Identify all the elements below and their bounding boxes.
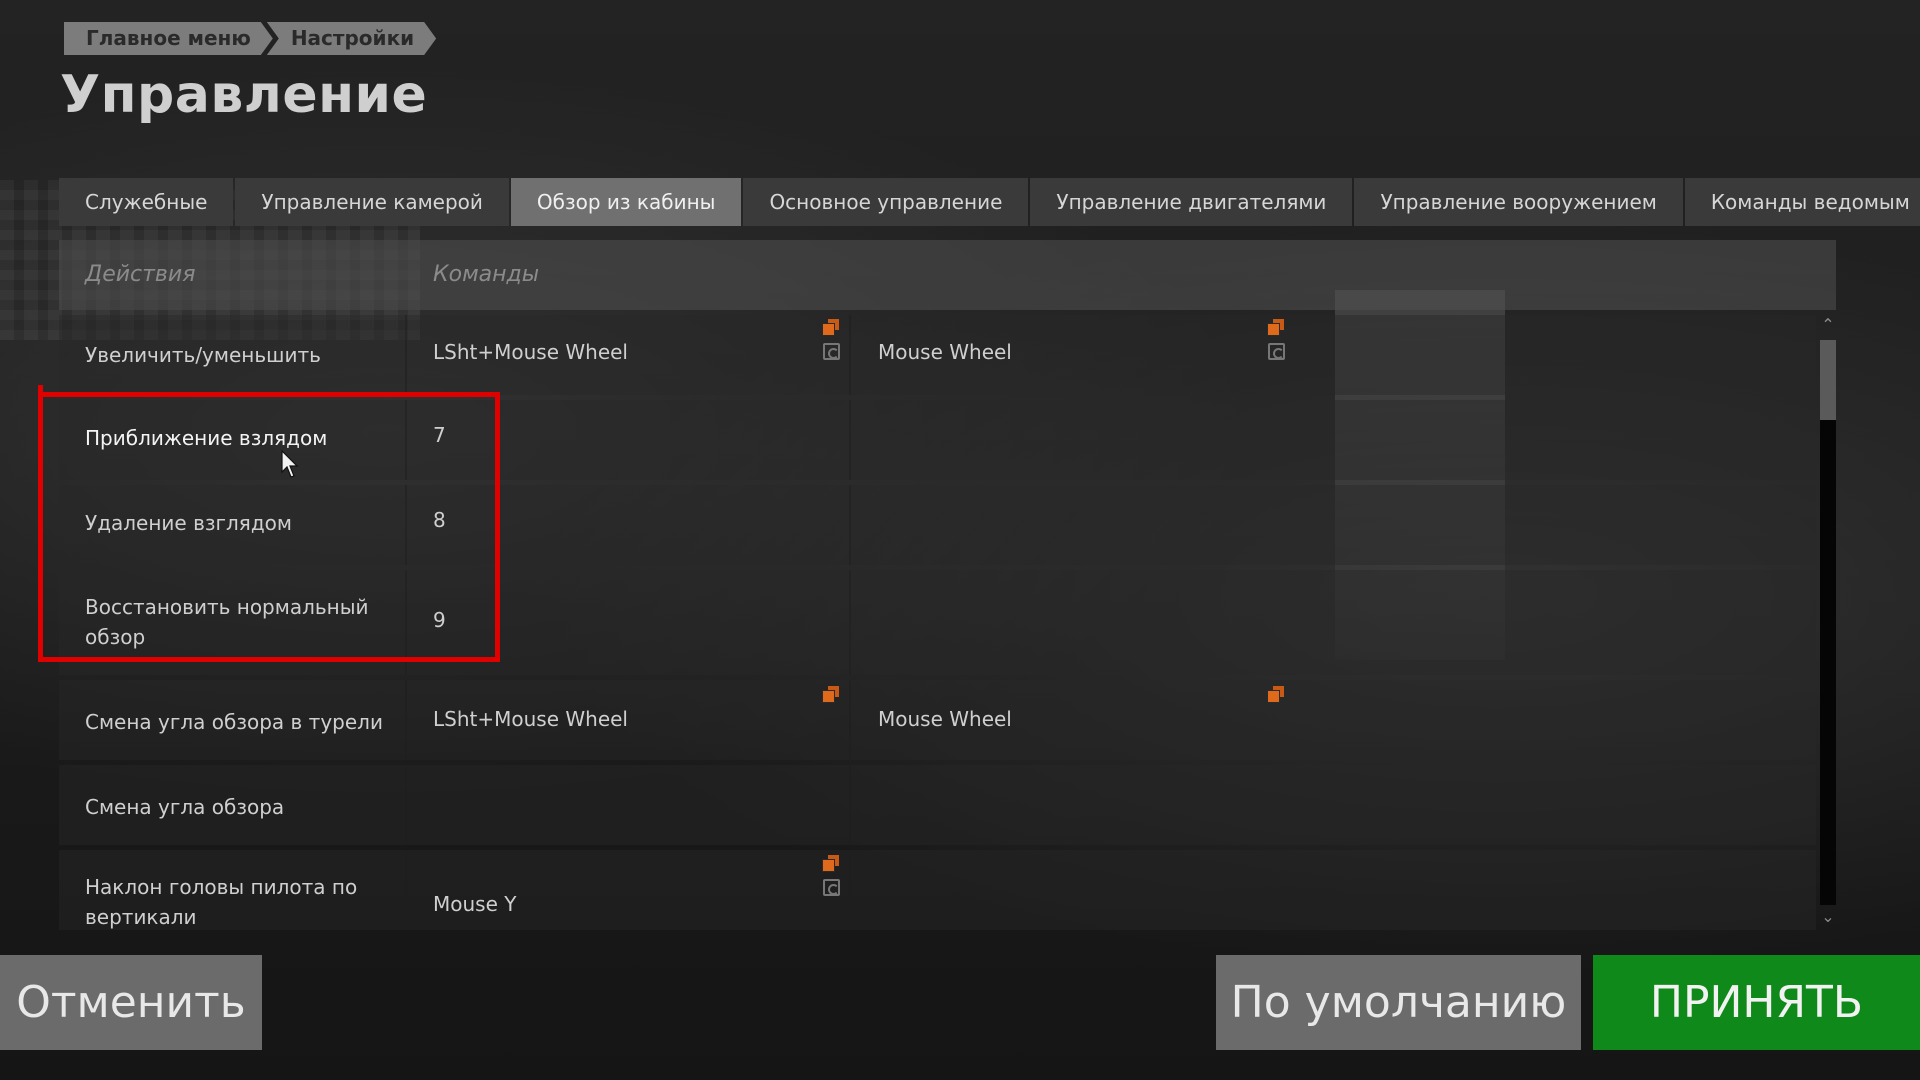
annotation-highlight-box (38, 392, 500, 662)
tab-camera-control[interactable]: Управление камерой (235, 178, 509, 226)
mouse-cursor-icon (281, 450, 299, 478)
tab-cockpit-view[interactable]: Обзор из кабины (510, 178, 742, 226)
column-divider (849, 400, 851, 480)
tab-basic-control[interactable]: Основное управление (743, 178, 1029, 226)
copy-binding-icon[interactable] (823, 319, 840, 336)
column-divider (849, 315, 851, 395)
column-divider (405, 680, 407, 760)
copy-binding-icon[interactable] (823, 686, 840, 703)
copy-binding-icon[interactable] (823, 855, 840, 872)
breadcrumb-settings[interactable]: Настройки (267, 22, 436, 55)
primary-binding[interactable]: Mouse Y (433, 892, 516, 916)
column-divider (849, 485, 851, 565)
column-divider (849, 680, 851, 760)
copy-binding-icon[interactable] (1268, 319, 1285, 336)
action-label: Наклон головы пилота по вертикали (85, 875, 358, 929)
column-divider (849, 850, 851, 930)
column-divider (405, 850, 407, 930)
column-divider (849, 765, 851, 845)
table-header: Действия Команды (59, 240, 1836, 310)
scroll-down-icon[interactable]: ⌄ (1818, 907, 1838, 927)
tab-weapon-control[interactable]: Управление вооружением (1354, 178, 1683, 226)
scroll-thumb[interactable] (1820, 340, 1836, 420)
accept-button[interactable]: ПРИНЯТЬ (1593, 955, 1920, 1050)
breadcrumb-main-menu[interactable]: Главное меню (64, 22, 273, 55)
reset-defaults-button[interactable]: По умолчанию (1216, 955, 1581, 1050)
reset-binding-icon[interactable] (823, 343, 840, 360)
cancel-button[interactable]: Отменить (0, 955, 262, 1050)
header-commands: Команды (433, 262, 540, 287)
action-label: Увеличить/уменьшить (85, 343, 321, 367)
tab-engine-control[interactable]: Управление двигателями (1030, 178, 1353, 226)
tab-wingman-commands[interactable]: Команды ведомым (1684, 178, 1920, 226)
tab-service[interactable]: Служебные (59, 178, 234, 226)
column-divider (849, 570, 851, 675)
action-label: Смена угла обзора в турели (85, 710, 383, 734)
scroll-track[interactable] (1820, 340, 1836, 905)
primary-binding[interactable]: LSht+Mouse Wheel (433, 340, 628, 364)
column-divider (405, 765, 407, 845)
action-label: Смена угла обзора (85, 795, 285, 819)
column-divider (405, 315, 407, 395)
breadcrumb: Главное меню Настройки (64, 22, 436, 55)
table-row[interactable]: Увеличить/уменьшить LSht+Mouse Wheel Mou… (59, 315, 1816, 395)
reset-binding-icon[interactable] (1268, 343, 1285, 360)
table-row[interactable]: Наклон головы пилота по вертикали Mouse … (59, 850, 1816, 930)
copy-binding-icon[interactable] (1268, 686, 1285, 703)
scroll-up-icon[interactable]: ⌃ (1818, 315, 1838, 335)
page-title: Управление (60, 65, 428, 125)
header-actions: Действия (85, 262, 196, 287)
secondary-binding[interactable]: Mouse Wheel (878, 707, 1012, 731)
reset-binding-icon[interactable] (823, 879, 840, 896)
tab-bar: Служебные Управление камерой Обзор из ка… (59, 178, 1920, 226)
scrollbar[interactable]: ⌃ ⌄ (1818, 315, 1838, 930)
primary-binding[interactable]: LSht+Mouse Wheel (433, 707, 628, 731)
table-row[interactable]: Смена угла обзора в турели LSht+Mouse Wh… (59, 680, 1816, 760)
secondary-binding[interactable]: Mouse Wheel (878, 340, 1012, 364)
table-row[interactable]: Смена угла обзора (59, 765, 1816, 845)
